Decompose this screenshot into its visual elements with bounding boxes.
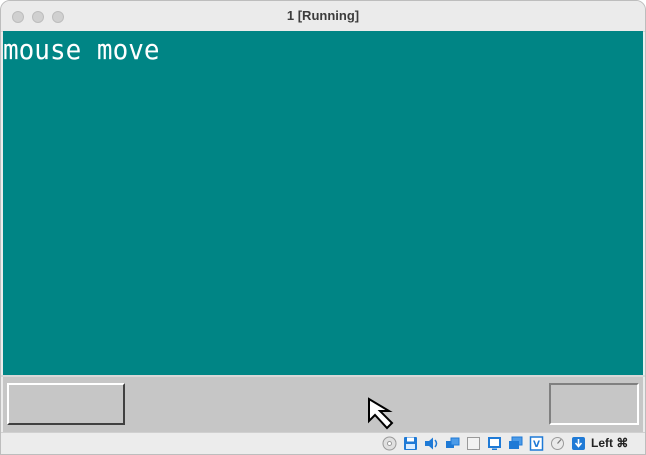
audio-icon[interactable]	[424, 436, 439, 451]
mouse-integration-icon[interactable]	[571, 436, 586, 451]
status-bar: V Left ⌘	[1, 432, 645, 454]
optical-drive-icon[interactable]	[382, 436, 397, 451]
guest-right-button[interactable]	[549, 383, 639, 425]
network-icon[interactable]	[445, 436, 460, 451]
cpu-icon[interactable]	[550, 436, 565, 451]
usb-icon[interactable]	[466, 436, 481, 451]
guest-screen[interactable]: mouse move	[3, 31, 643, 375]
guest-lower-panel[interactable]	[3, 377, 643, 432]
svg-text:V: V	[533, 440, 540, 450]
vm-window: 1 [Running] mouse move V Left ⌘	[0, 0, 646, 455]
window-title: 1 [Running]	[286, 8, 360, 23]
mouse-pointer-icon	[368, 397, 394, 430]
guest-output-text: mouse move	[3, 35, 160, 67]
video-capture-icon[interactable]: V	[529, 436, 544, 451]
shared-folders-icon[interactable]	[487, 436, 502, 451]
floppy-icon[interactable]	[403, 436, 418, 451]
guest-left-button[interactable]	[7, 383, 125, 425]
title-bar[interactable]: 1 [Running]	[1, 1, 645, 32]
display-icon[interactable]	[508, 436, 523, 451]
host-key-label[interactable]: Left ⌘	[591, 436, 628, 450]
